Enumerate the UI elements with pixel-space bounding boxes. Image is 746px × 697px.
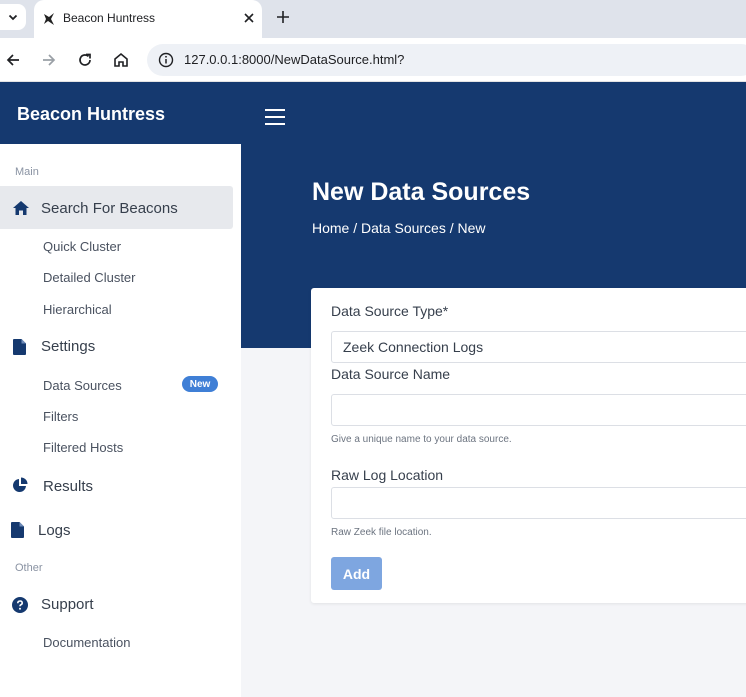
sidebar-item-logs[interactable]: Logs — [38, 522, 71, 539]
sidebar-item-data-sources[interactable]: Data Sources — [43, 378, 122, 393]
sidebar-item-results[interactable]: Results — [43, 478, 93, 495]
top-navbar — [241, 82, 746, 144]
site-info-icon[interactable] — [158, 52, 174, 68]
data-source-name-help: Give a unique name to your data source. — [331, 434, 512, 445]
sidebar-item-documentation[interactable]: Documentation — [43, 635, 130, 650]
sidebar-item-support[interactable]: Support — [41, 596, 94, 613]
data-source-name-label: Data Source Name — [331, 366, 451, 382]
sidebar-item-hierarchical[interactable]: Hierarchical — [43, 302, 112, 317]
raw-log-location-input[interactable] — [331, 487, 746, 519]
file-icon — [13, 339, 26, 355]
sidebar-item-label[interactable]: Search For Beacons — [41, 200, 178, 217]
add-button[interactable]: Add — [331, 557, 382, 590]
file-icon — [11, 522, 24, 538]
close-icon[interactable] — [241, 10, 257, 26]
breadcrumb[interactable]: Home / Data Sources / New — [312, 220, 486, 236]
browser-toolbar: 127.0.0.1:8000/NewDataSource.html? — [0, 38, 746, 82]
new-tab-icon[interactable] — [275, 9, 291, 25]
data-source-type-label: Data Source Type* — [331, 303, 449, 319]
sidebar-item-detailed-cluster[interactable]: Detailed Cluster — [43, 270, 136, 285]
forward-arrow-icon[interactable] — [40, 51, 58, 69]
sidebar-item-filters[interactable]: Filters — [43, 409, 78, 424]
data-source-name-input[interactable] — [331, 394, 746, 426]
tab-title: Beacon Huntress — [63, 11, 156, 25]
brand-bar: Beacon Huntress — [0, 82, 241, 144]
question-circle-icon — [12, 597, 28, 613]
home-icon — [13, 201, 29, 215]
sidebar-item-settings[interactable]: Settings — [41, 338, 95, 355]
main-content: New Data Sources Home / Data Sources / N… — [241, 82, 746, 697]
back-arrow-icon[interactable] — [4, 51, 22, 69]
page-title: New Data Sources — [312, 178, 531, 206]
data-source-type-select[interactable]: Zeek Connection Logs — [331, 331, 746, 363]
reload-icon[interactable] — [76, 51, 94, 69]
brand-title[interactable]: Beacon Huntress — [17, 104, 165, 125]
data-source-form-card: Data Source Type* Zeek Connection Logs D… — [311, 288, 746, 603]
chevron-down-icon — [8, 14, 18, 21]
home-icon[interactable] — [112, 51, 130, 69]
raw-log-location-help: Raw Zeek file location. — [331, 527, 432, 538]
tab-search-button[interactable] — [0, 4, 26, 30]
url-text[interactable]: 127.0.0.1:8000/NewDataSource.html? — [184, 52, 404, 67]
section-label-main: Main — [15, 166, 39, 178]
beacon-favicon-icon — [44, 13, 54, 25]
raw-log-location-label: Raw Log Location — [331, 467, 444, 483]
sidebar: Beacon Huntress Main Search For Beacons … — [0, 82, 241, 697]
sidebar-item-filtered-hosts[interactable]: Filtered Hosts — [43, 440, 123, 455]
browser-tabstrip: Beacon Huntress — [0, 0, 746, 38]
new-badge: New — [182, 376, 218, 392]
address-bar[interactable]: 127.0.0.1:8000/NewDataSource.html? — [147, 44, 746, 76]
pie-chart-icon — [13, 477, 28, 492]
sidebar-item-quick-cluster[interactable]: Quick Cluster — [43, 239, 121, 254]
hamburger-menu-icon[interactable] — [264, 108, 286, 126]
browser-tab[interactable]: Beacon Huntress — [34, 0, 262, 38]
section-label-other: Other — [15, 562, 43, 574]
